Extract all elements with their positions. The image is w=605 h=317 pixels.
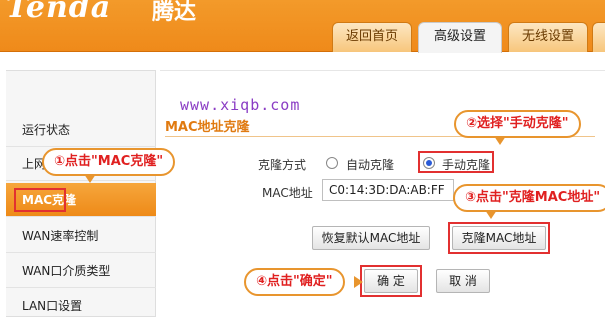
radio-auto-clone-label: 自动克隆 bbox=[346, 158, 395, 172]
radio-manual-clone[interactable] bbox=[423, 157, 435, 169]
page-title: MAC地址克隆 bbox=[165, 120, 250, 135]
radio-auto-clone[interactable] bbox=[326, 157, 338, 169]
mac-address-label: MAC地址 bbox=[262, 186, 313, 200]
tab-advanced-settings[interactable]: 高级设置 bbox=[418, 22, 502, 53]
tab-overflow[interactable] bbox=[592, 22, 605, 52]
sidebar-item-lan[interactable]: LAN口设置 bbox=[6, 289, 156, 317]
mac-clone-highlight bbox=[14, 188, 66, 212]
tab-wireless-settings[interactable]: 无线设置 bbox=[508, 22, 588, 52]
tab-home[interactable]: 返回首页 bbox=[332, 22, 412, 52]
callout-step-4: ④点击"确定" bbox=[244, 268, 363, 296]
header-bar: Tenda 腾达 返回首页 高级设置 无线设置 bbox=[0, 0, 605, 53]
sidebar-item-status[interactable]: 运行状态 bbox=[6, 113, 156, 147]
sidebar-item-wan-rate[interactable]: WAN速率控制 bbox=[6, 219, 156, 253]
mac-address-input[interactable]: C0:14:3D:DA:AB:FF bbox=[322, 179, 454, 201]
sidebar-item-wan-media[interactable]: WAN口介质类型 bbox=[6, 254, 156, 288]
callout-step-2: ②选择"手动克隆" bbox=[454, 110, 581, 145]
ok-button[interactable]: 确 定 bbox=[364, 269, 418, 293]
restore-default-mac-button[interactable]: 恢复默认MAC地址 bbox=[312, 226, 430, 250]
cancel-button[interactable]: 取 消 bbox=[436, 269, 490, 293]
clone-mac-button[interactable]: 克隆MAC地址 bbox=[452, 226, 546, 250]
brand-logo-cn: 腾达 bbox=[152, 0, 197, 25]
brand-logo: Tenda bbox=[6, 0, 112, 25]
callout-step-1: ①点击"MAC克隆" bbox=[42, 148, 176, 183]
watermark: www.xiqb.com bbox=[180, 96, 301, 114]
callout-step-3: ③点击"克隆MAC地址" bbox=[453, 184, 605, 219]
clone-mode-label: 克隆方式 bbox=[258, 158, 307, 172]
radio-manual-clone-label: 手动克隆 bbox=[442, 158, 491, 172]
